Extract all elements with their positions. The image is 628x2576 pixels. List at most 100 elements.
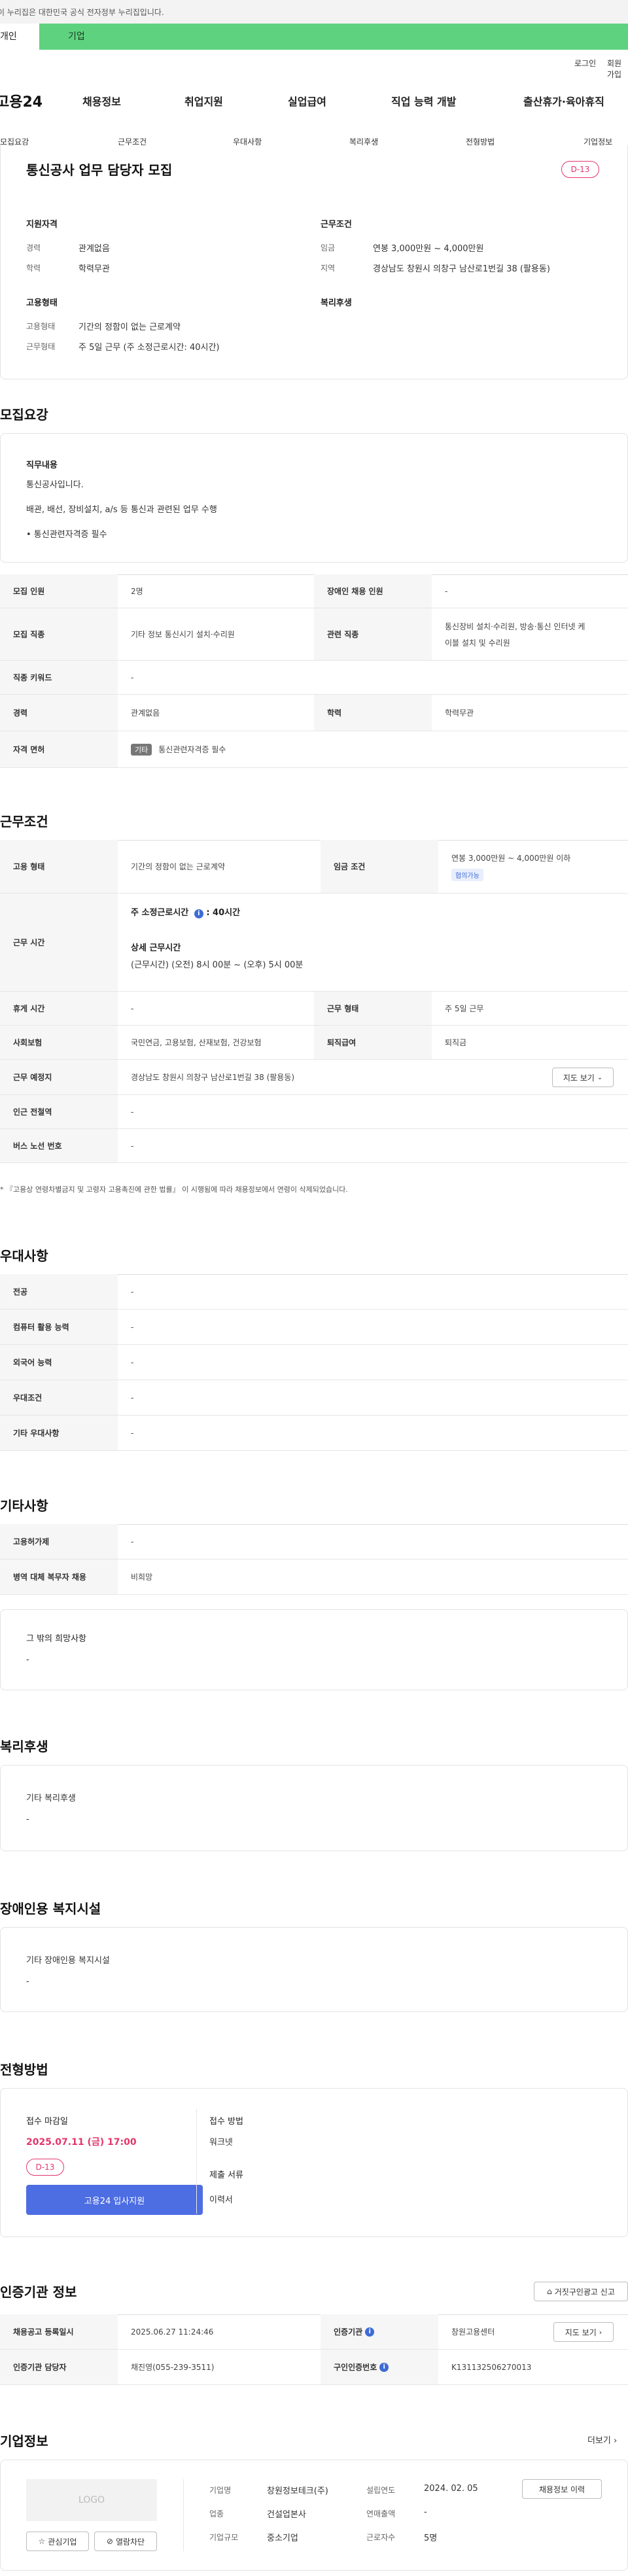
company-size-label: 기업규모: [209, 2533, 239, 2542]
table-row: 근무 예정지 경상남도 창원시 의창구 남산로1번길 38 (팔용동) 지도 보…: [0, 1060, 628, 1095]
std-hours-value: : 40시간: [206, 908, 241, 918]
favorite-company-button[interactable]: ☆ 관심기업: [26, 2532, 89, 2551]
gnb-vocational-training[interactable]: 직업 능력 개발: [391, 93, 456, 109]
keyword-value: -: [131, 672, 134, 682]
disabled-card: [0, 1927, 628, 2012]
emp-form-value: 기간의 정함이 없는 근로계약: [131, 862, 225, 871]
agency-map-button[interactable]: 지도 보기 ›: [553, 2322, 614, 2342]
login-link[interactable]: 로그인: [574, 58, 596, 69]
block-icon: ⊘: [106, 2537, 113, 2546]
deadline-value: 2025.07.11 (금) 17:00: [26, 2137, 137, 2148]
gov-banner: 이 누리집은 대한민국 공식 전자정부 누리집입니다.: [0, 0, 628, 24]
rest-label: 휴게 시간: [0, 992, 118, 1025]
table-row: 근무 시간 주 소정근로시간 i : 40시간 상세 근무시간 (근무시간) (…: [0, 894, 628, 992]
reg-date-label: 채용공고 등록일시: [0, 2314, 118, 2349]
join-link[interactable]: 회원가입: [607, 58, 628, 80]
info-icon[interactable]: i: [365, 2327, 375, 2337]
block-label: 열람차단: [115, 2537, 145, 2547]
table-row: 휴게 시간 - 근무 형태 주 5일 근무: [0, 992, 628, 1026]
cert-num-label: 구인인증번호 i: [321, 2350, 438, 2384]
tab-company[interactable]: 기업: [39, 24, 628, 50]
history-button[interactable]: 채용정보 이력: [522, 2479, 602, 2499]
education-value: 학력무관: [78, 264, 110, 274]
work-form2-value: 주 5일 근무: [445, 1004, 484, 1013]
site-logo[interactable]: 고용24: [0, 90, 43, 111]
disabled-count-value: -: [445, 586, 448, 596]
table-row: 인근 전철역 -: [0, 1095, 628, 1129]
table-row: 컴퓨터 활용 능력 -: [0, 1310, 628, 1345]
subway-label: 인근 전철역: [0, 1095, 118, 1128]
education-label: 학력: [26, 264, 41, 273]
pref-computer-label: 컴퓨터 활용 능력: [0, 1310, 118, 1344]
pref-condition-value: -: [131, 1393, 134, 1402]
employee-count-label: 근로자수: [366, 2533, 396, 2542]
count-value: 2명: [131, 587, 143, 596]
recruit-section-title: 모집요강: [0, 407, 48, 423]
duty-title: 직무내용: [26, 461, 58, 470]
welfare-summary-title: 복리후생: [321, 298, 352, 308]
region-label: 지역: [321, 264, 336, 273]
wage-cond-value: 연봉 3,000만원 ~ 4,000만원 이하 협의가능: [438, 840, 628, 893]
report-button[interactable]: ⌂ 거짓구인광고 신고: [534, 2282, 628, 2301]
pref-computer-value: -: [131, 1322, 134, 1332]
company-divider: [183, 2479, 184, 2551]
method-value: 워크넷: [209, 2138, 233, 2148]
tab-individual[interactable]: 개인: [0, 24, 39, 50]
chevron-right-icon: ›: [614, 2436, 618, 2446]
gnb-employment-support[interactable]: 취업지원: [184, 93, 223, 109]
info-icon[interactable]: i: [379, 2362, 389, 2372]
negotiable-badge: 협의가능: [451, 868, 483, 881]
other-wish-value: -: [26, 1655, 29, 1665]
table-row: 외국어 능력 -: [0, 1345, 628, 1380]
gnb-parental-leave[interactable]: 출산휴가·육아휴직: [523, 93, 628, 109]
disabled-count-label: 장애인 채용 인원: [314, 574, 432, 608]
star-icon: ☆: [38, 2537, 46, 2546]
map-button[interactable]: 지도 보기 ⌄: [552, 1068, 614, 1087]
employee-count-value: 5명: [424, 2533, 438, 2543]
welfare-sub: 기타 복리후생: [26, 1794, 76, 1803]
block-company-button[interactable]: ⊘ 열람차단: [94, 2532, 157, 2551]
table-row: 사회보험 국민연금, 고용보험, 산재보험, 건강보험 퇴직급여 퇴직금: [0, 1026, 628, 1060]
dday-badge: D-13: [561, 161, 599, 178]
work-section-title: 근무조건: [0, 814, 48, 829]
info-icon[interactable]: i: [194, 909, 203, 918]
table-row: 기타 우대사항 -: [0, 1416, 628, 1451]
agency-label-text: 인증기관: [334, 2327, 363, 2337]
pref-major-label: 전공: [0, 1274, 118, 1309]
industry-value: 건설업본사: [267, 2510, 306, 2520]
report-icon: ⌂: [547, 2287, 552, 2296]
wage-label: 임금: [321, 243, 336, 252]
duty-line-2: 배관, 배선, 장비설치, a/s 등 통신과 관련된 업무 수행: [26, 505, 217, 515]
map-button-label: 지도 보기: [563, 1073, 595, 1083]
table-row: 우대조건 -: [0, 1380, 628, 1416]
employment-title: 고용형태: [26, 298, 58, 308]
insurance-label: 사회보험: [0, 1026, 118, 1059]
license-text: 통신관련자격증 필수: [158, 745, 226, 754]
keyword-label: 직종 키워드: [0, 661, 118, 694]
employment-type-label: 고용형태: [26, 322, 56, 331]
reg-date-value: 2025.06.27 11:24:46: [131, 2327, 214, 2337]
welfare-card: [0, 1765, 628, 1851]
company-more-link[interactable]: 더보기 ›: [587, 2433, 617, 2446]
gnb-jobs[interactable]: 채용정보: [82, 93, 121, 109]
pref-major-value: -: [131, 1287, 134, 1297]
hours-detail-value: (근무시간) (오전) 8시 00분 ~ (오후) 5시 00분: [131, 960, 304, 970]
company-logo-placeholder: LOGO: [26, 2479, 157, 2521]
gnb-unemployment-benefit[interactable]: 실업급여: [288, 93, 326, 109]
docs-value: 이력서: [209, 2195, 233, 2205]
table-row: 전공 -: [0, 1274, 628, 1310]
table-row: 병역 대체 복무자 채용 비희망: [0, 1559, 628, 1595]
apply-button[interactable]: 고용24 입사지원: [26, 2185, 203, 2215]
company-section-title: 기업정보: [0, 2433, 48, 2449]
table-row: 모집 인원 2명 장애인 채용 인원 -: [0, 574, 628, 608]
career-value: 관계없음: [78, 244, 110, 254]
work-form2-label: 근무 형태: [314, 992, 432, 1025]
founded-value: 2024. 02. 05: [424, 2484, 478, 2494]
duty-line-1: 통신공사입니다.: [26, 480, 84, 490]
process-section-title: 전형방법: [0, 2062, 48, 2078]
sales-value: -: [424, 2507, 427, 2517]
company-size-value: 중소기업: [267, 2533, 298, 2543]
manager-label: 인증기관 담당자: [0, 2350, 118, 2384]
chevron-right-icon: ›: [599, 2327, 602, 2337]
company-more-label: 더보기: [587, 2436, 611, 2446]
